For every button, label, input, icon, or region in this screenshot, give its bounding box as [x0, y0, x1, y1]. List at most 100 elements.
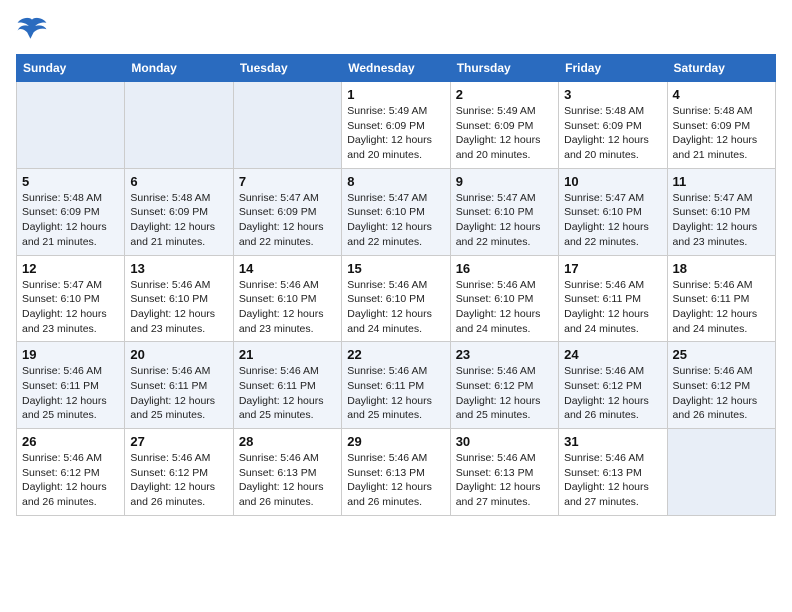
weekday-header: Thursday: [450, 55, 558, 82]
calendar-cell: 25 Sunrise: 5:46 AM Sunset: 6:12 PM Dayli…: [667, 342, 775, 429]
day-number: 29: [347, 434, 444, 449]
calendar-header-row: SundayMondayTuesdayWednesdayThursdayFrid…: [17, 55, 776, 82]
calendar-cell: 6 Sunrise: 5:48 AM Sunset: 6:09 PM Daylig…: [125, 168, 233, 255]
day-info: Sunrise: 5:48 AM Sunset: 6:09 PM Dayligh…: [22, 191, 119, 250]
day-info: Sunrise: 5:47 AM Sunset: 6:10 PM Dayligh…: [456, 191, 553, 250]
day-info: Sunrise: 5:46 AM Sunset: 6:10 PM Dayligh…: [130, 278, 227, 337]
calendar-week-row: 12 Sunrise: 5:47 AM Sunset: 6:10 PM Dayli…: [17, 255, 776, 342]
calendar-cell: 4Sunrise: 5:48 AM Sunset: 6:09 PM Daylig…: [667, 82, 775, 169]
calendar-cell: 22 Sunrise: 5:46 AM Sunset: 6:11 PM Dayli…: [342, 342, 450, 429]
calendar-cell: 7Sunrise: 5:47 AM Sunset: 6:09 PM Daylig…: [233, 168, 341, 255]
day-info: Sunrise: 5:49 AM Sunset: 6:09 PM Dayligh…: [347, 104, 444, 163]
calendar-cell: 31 Sunrise: 5:46 AM Sunset: 6:13 PM Dayli…: [559, 429, 667, 516]
weekday-header: Friday: [559, 55, 667, 82]
day-info: Sunrise: 5:46 AM Sunset: 6:10 PM Dayligh…: [456, 278, 553, 337]
day-number: 24: [564, 347, 661, 362]
day-number: 20: [130, 347, 227, 362]
calendar-cell: [667, 429, 775, 516]
day-info: Sunrise: 5:47 AM Sunset: 6:10 PM Dayligh…: [673, 191, 770, 250]
calendar-cell: 3 Sunrise: 5:48 AM Sunset: 6:09 PM Daylig…: [559, 82, 667, 169]
day-number: 27: [130, 434, 227, 449]
day-info: Sunrise: 5:46 AM Sunset: 6:12 PM Dayligh…: [564, 364, 661, 423]
day-number: 28: [239, 434, 336, 449]
calendar-cell: 11 Sunrise: 5:47 AM Sunset: 6:10 PM Dayli…: [667, 168, 775, 255]
calendar-table: SundayMondayTuesdayWednesdayThursdayFrid…: [16, 54, 776, 516]
day-info: Sunrise: 5:46 AM Sunset: 6:12 PM Dayligh…: [22, 451, 119, 510]
day-number: 30: [456, 434, 553, 449]
day-number: 13: [130, 261, 227, 276]
calendar-cell: 16Sunrise: 5:46 AM Sunset: 6:10 PM Dayli…: [450, 255, 558, 342]
calendar-cell: 26 Sunrise: 5:46 AM Sunset: 6:12 PM Dayli…: [17, 429, 125, 516]
calendar-cell: 9 Sunrise: 5:47 AM Sunset: 6:10 PM Daylig…: [450, 168, 558, 255]
calendar-cell: [233, 82, 341, 169]
logo-icon: [16, 16, 48, 44]
day-info: Sunrise: 5:46 AM Sunset: 6:11 PM Dayligh…: [673, 278, 770, 337]
day-number: 11: [673, 174, 770, 189]
day-number: 10: [564, 174, 661, 189]
calendar-cell: 2 Sunrise: 5:49 AM Sunset: 6:09 PM Daylig…: [450, 82, 558, 169]
day-info: Sunrise: 5:46 AM Sunset: 6:11 PM Dayligh…: [22, 364, 119, 423]
day-info: Sunrise: 5:46 AM Sunset: 6:11 PM Dayligh…: [239, 364, 336, 423]
calendar-week-row: 19 Sunrise: 5:46 AM Sunset: 6:11 PM Dayli…: [17, 342, 776, 429]
day-number: 15: [347, 261, 444, 276]
day-info: Sunrise: 5:47 AM Sunset: 6:10 PM Dayligh…: [22, 278, 119, 337]
calendar-cell: 17Sunrise: 5:46 AM Sunset: 6:11 PM Dayli…: [559, 255, 667, 342]
day-info: Sunrise: 5:46 AM Sunset: 6:11 PM Dayligh…: [347, 364, 444, 423]
day-info: Sunrise: 5:46 AM Sunset: 6:12 PM Dayligh…: [673, 364, 770, 423]
day-info: Sunrise: 5:48 AM Sunset: 6:09 PM Dayligh…: [564, 104, 661, 163]
calendar-week-row: 1 Sunrise: 5:49 AM Sunset: 6:09 PM Daylig…: [17, 82, 776, 169]
day-info: Sunrise: 5:46 AM Sunset: 6:11 PM Dayligh…: [130, 364, 227, 423]
day-info: Sunrise: 5:46 AM Sunset: 6:11 PM Dayligh…: [564, 278, 661, 337]
day-info: Sunrise: 5:48 AM Sunset: 6:09 PM Dayligh…: [130, 191, 227, 250]
page-header: [16, 16, 776, 44]
weekday-header: Sunday: [17, 55, 125, 82]
day-number: 3: [564, 87, 661, 102]
day-info: Sunrise: 5:46 AM Sunset: 6:10 PM Dayligh…: [347, 278, 444, 337]
calendar-cell: 29 Sunrise: 5:46 AM Sunset: 6:13 PM Dayli…: [342, 429, 450, 516]
calendar-cell: [17, 82, 125, 169]
weekday-header: Tuesday: [233, 55, 341, 82]
day-number: 8: [347, 174, 444, 189]
calendar-cell: 10Sunrise: 5:47 AM Sunset: 6:10 PM Dayli…: [559, 168, 667, 255]
day-info: Sunrise: 5:46 AM Sunset: 6:13 PM Dayligh…: [347, 451, 444, 510]
day-info: Sunrise: 5:46 AM Sunset: 6:13 PM Dayligh…: [564, 451, 661, 510]
calendar-cell: 28 Sunrise: 5:46 AM Sunset: 6:13 PM Dayli…: [233, 429, 341, 516]
calendar-week-row: 5 Sunrise: 5:48 AM Sunset: 6:09 PM Daylig…: [17, 168, 776, 255]
calendar-cell: 12 Sunrise: 5:47 AM Sunset: 6:10 PM Dayli…: [17, 255, 125, 342]
day-info: Sunrise: 5:49 AM Sunset: 6:09 PM Dayligh…: [456, 104, 553, 163]
calendar-cell: 15 Sunrise: 5:46 AM Sunset: 6:10 PM Dayli…: [342, 255, 450, 342]
day-number: 5: [22, 174, 119, 189]
calendar-cell: 21Sunrise: 5:46 AM Sunset: 6:11 PM Dayli…: [233, 342, 341, 429]
day-number: 1: [347, 87, 444, 102]
calendar-cell: 8 Sunrise: 5:47 AM Sunset: 6:10 PM Daylig…: [342, 168, 450, 255]
calendar-week-row: 26 Sunrise: 5:46 AM Sunset: 6:12 PM Dayli…: [17, 429, 776, 516]
day-number: 2: [456, 87, 553, 102]
day-number: 9: [456, 174, 553, 189]
weekday-header: Monday: [125, 55, 233, 82]
calendar-cell: 27Sunrise: 5:46 AM Sunset: 6:12 PM Dayli…: [125, 429, 233, 516]
calendar-cell: 20 Sunrise: 5:46 AM Sunset: 6:11 PM Dayli…: [125, 342, 233, 429]
day-number: 14: [239, 261, 336, 276]
day-info: Sunrise: 5:46 AM Sunset: 6:12 PM Dayligh…: [456, 364, 553, 423]
calendar-cell: 13 Sunrise: 5:46 AM Sunset: 6:10 PM Dayli…: [125, 255, 233, 342]
day-info: Sunrise: 5:47 AM Sunset: 6:10 PM Dayligh…: [347, 191, 444, 250]
day-info: Sunrise: 5:46 AM Sunset: 6:13 PM Dayligh…: [456, 451, 553, 510]
calendar-cell: 19 Sunrise: 5:46 AM Sunset: 6:11 PM Dayli…: [17, 342, 125, 429]
day-number: 31: [564, 434, 661, 449]
calendar-cell: 1 Sunrise: 5:49 AM Sunset: 6:09 PM Daylig…: [342, 82, 450, 169]
calendar-cell: 24 Sunrise: 5:46 AM Sunset: 6:12 PM Dayli…: [559, 342, 667, 429]
calendar-cell: 30 Sunrise: 5:46 AM Sunset: 6:13 PM Dayli…: [450, 429, 558, 516]
day-number: 22: [347, 347, 444, 362]
day-number: 26: [22, 434, 119, 449]
day-info: Sunrise: 5:47 AM Sunset: 6:09 PM Dayligh…: [239, 191, 336, 250]
weekday-header: Wednesday: [342, 55, 450, 82]
day-number: 6: [130, 174, 227, 189]
day-number: 25: [673, 347, 770, 362]
day-info: Sunrise: 5:46 AM Sunset: 6:13 PM Dayligh…: [239, 451, 336, 510]
weekday-header: Saturday: [667, 55, 775, 82]
day-number: 19: [22, 347, 119, 362]
day-number: 4: [673, 87, 770, 102]
logo: [16, 16, 52, 44]
day-number: 12: [22, 261, 119, 276]
calendar-cell: 18Sunrise: 5:46 AM Sunset: 6:11 PM Dayli…: [667, 255, 775, 342]
